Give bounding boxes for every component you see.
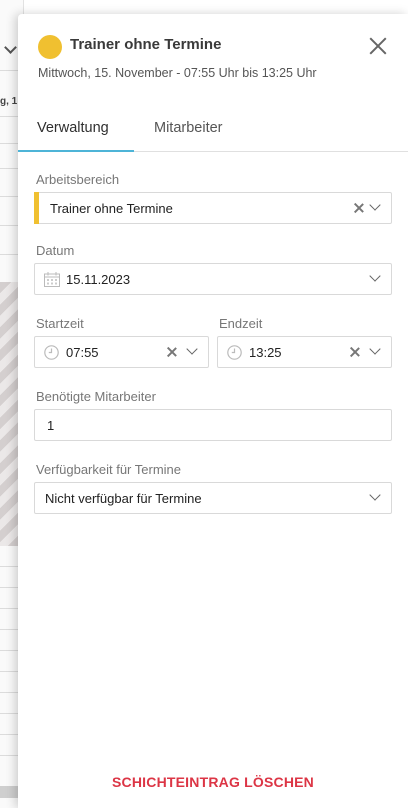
shift-detail-panel: Trainer ohne Termine Mittwoch, 15. Novem… bbox=[18, 14, 408, 808]
chevron-down-icon[interactable] bbox=[186, 343, 198, 355]
work-area-color-dot bbox=[38, 35, 62, 59]
datum-value: 15.11.2023 bbox=[66, 272, 131, 287]
clock-icon bbox=[44, 345, 59, 360]
chevron-down-icon[interactable] bbox=[369, 270, 381, 282]
chevron-down-icon[interactable] bbox=[369, 199, 381, 211]
delete-shift-button[interactable]: SCHICHTEINTRAG LÖSCHEN bbox=[18, 774, 408, 790]
chevron-down-icon[interactable] bbox=[369, 489, 381, 501]
mitarbeiter-input[interactable]: 1 bbox=[34, 409, 392, 441]
startzeit-label: Startzeit bbox=[36, 316, 84, 331]
verfuegbarkeit-select[interactable]: Nicht verfügbar für Termine bbox=[34, 482, 392, 514]
verfuegbarkeit-value: Nicht verfügbar für Termine bbox=[45, 491, 202, 506]
chevron-down-icon[interactable] bbox=[369, 343, 381, 355]
panel-subtitle: Mittwoch, 15. November - 07:55 Uhr bis 1… bbox=[38, 66, 317, 80]
arbeitsbereich-select[interactable]: Trainer ohne Termine bbox=[34, 192, 392, 224]
verfuegbarkeit-label: Verfügbarkeit für Termine bbox=[36, 462, 181, 477]
startzeit-picker[interactable]: 07:55 bbox=[34, 336, 209, 368]
startzeit-value: 07:55 bbox=[66, 345, 99, 360]
clock-icon bbox=[227, 345, 242, 360]
tab-bar: Verwaltung Mitarbeiter bbox=[18, 114, 408, 152]
background-column-header: g, 1 bbox=[0, 96, 18, 107]
calendar-icon bbox=[44, 272, 60, 287]
arbeitsbereich-label: Arbeitsbereich bbox=[36, 172, 120, 187]
clear-icon[interactable] bbox=[353, 202, 365, 214]
work-area-color-bar bbox=[34, 192, 39, 224]
datum-picker[interactable]: 15.11.2023 bbox=[34, 263, 392, 295]
arbeitsbereich-value: Trainer ohne Termine bbox=[50, 201, 173, 216]
endzeit-value: 13:25 bbox=[249, 345, 282, 360]
tab-mitarbeiter[interactable]: Mitarbeiter bbox=[154, 120, 223, 136]
endzeit-label: Endzeit bbox=[219, 316, 263, 331]
mitarbeiter-value: 1 bbox=[47, 418, 55, 433]
endzeit-picker[interactable]: 13:25 bbox=[217, 336, 392, 368]
panel-title: Trainer ohne Termine bbox=[70, 36, 222, 53]
close-icon[interactable] bbox=[366, 34, 390, 58]
clear-icon[interactable] bbox=[349, 346, 361, 358]
chevron-down-icon[interactable] bbox=[4, 41, 17, 54]
panel-header: Trainer ohne Termine Mittwoch, 15. Novem… bbox=[18, 14, 408, 114]
mitarbeiter-label: Benötigte Mitarbeiter bbox=[36, 389, 156, 404]
datum-label: Datum bbox=[36, 243, 75, 258]
tab-verwaltung[interactable]: Verwaltung bbox=[37, 120, 109, 136]
active-tab-indicator bbox=[18, 150, 134, 152]
clear-icon[interactable] bbox=[166, 346, 178, 358]
